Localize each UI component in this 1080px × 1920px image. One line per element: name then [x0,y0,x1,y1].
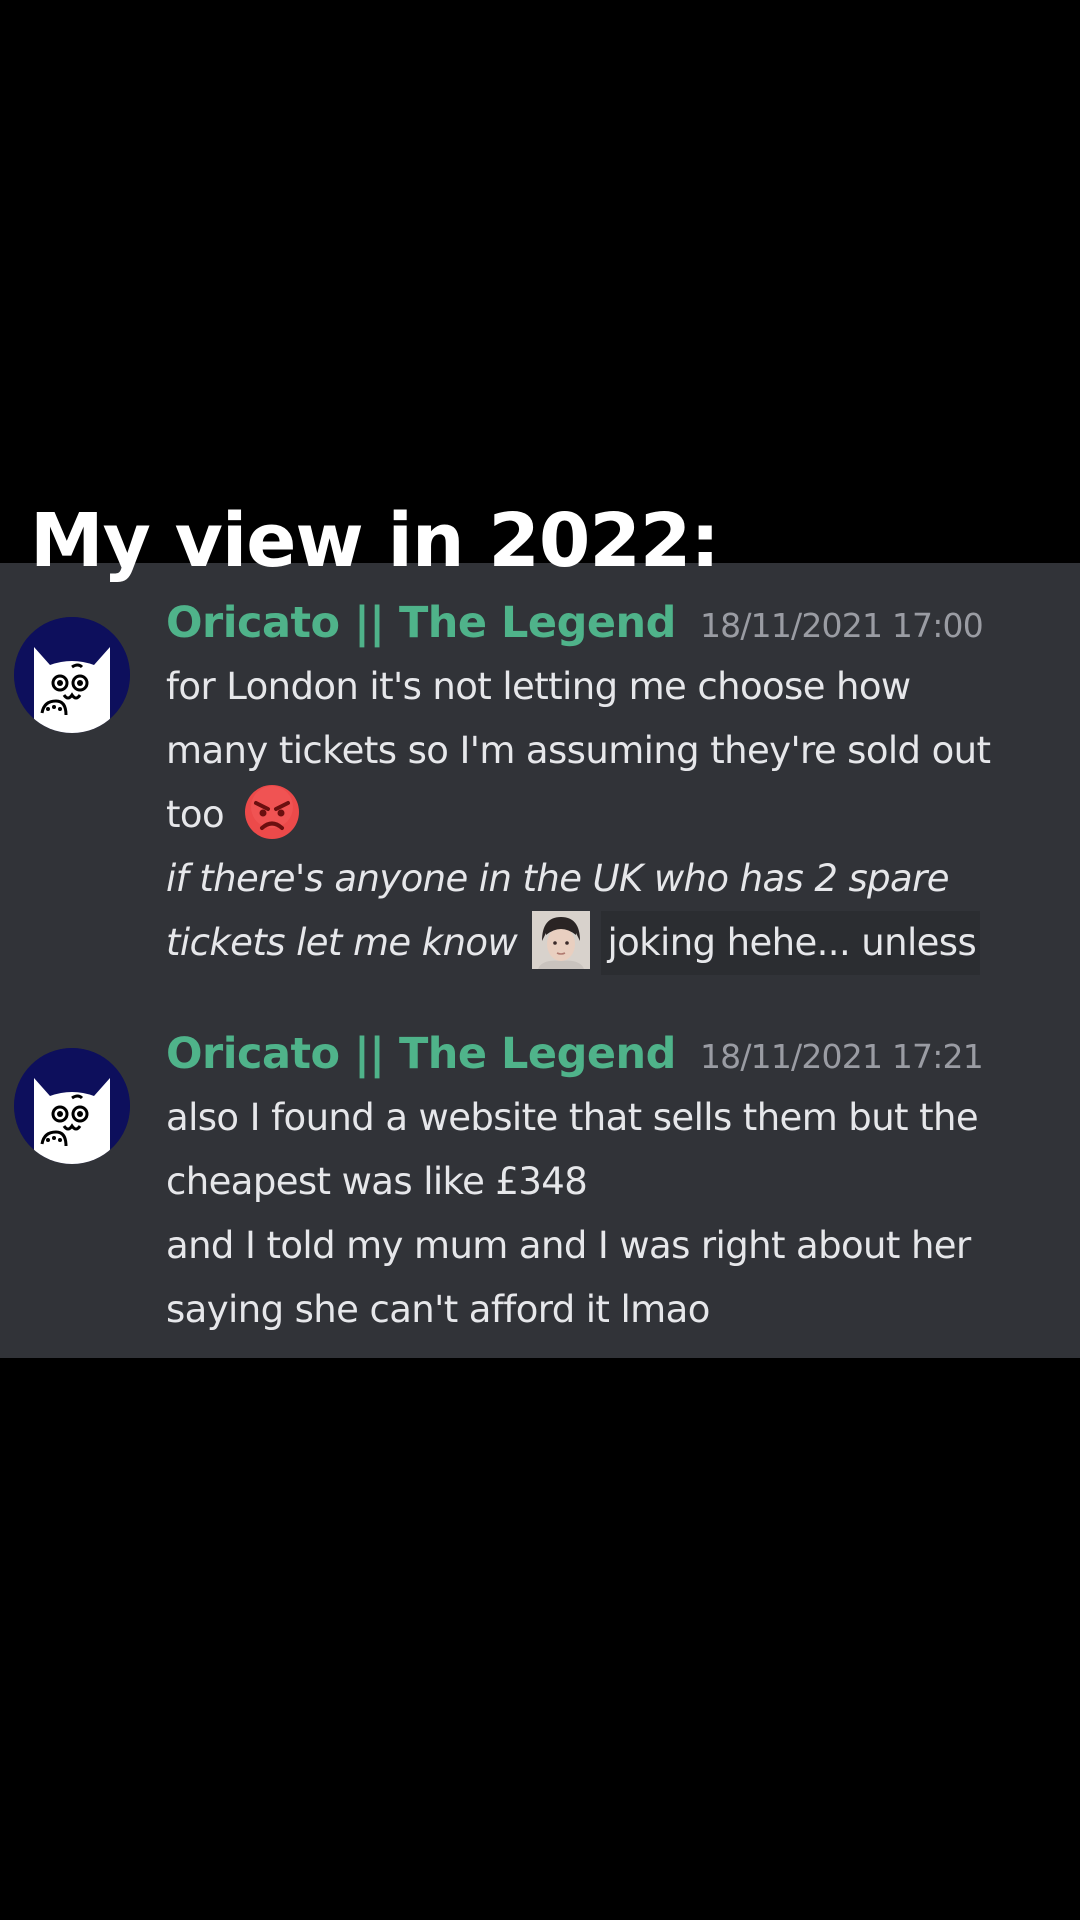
message-text-line: too [166,783,1046,847]
username[interactable]: Oricato || The Legend [166,591,676,655]
white-cat-avatar-icon [14,1048,130,1164]
message-text: if there's anyone in the UK who has 2 sp… [166,857,949,900]
message-body: Oricato || The Legend 18/11/2021 17:00 f… [166,589,1046,975]
message-header: Oricato || The Legend 18/11/2021 17:00 [166,589,1046,655]
overlay-caption: My view in 2022: [30,498,720,584]
username[interactable]: Oricato || The Legend [166,1022,676,1086]
photo-face-emoji-icon [532,911,591,969]
angry-face-emoji-icon [245,785,300,839]
timestamp: 18/11/2021 17:00 [699,606,984,645]
message-header: Oricato || The Legend 18/11/2021 17:21 [166,1020,1046,1086]
message-text: cheapest was like £348 [166,1160,588,1203]
timestamp: 18/11/2021 17:21 [699,1037,984,1076]
message-text: saying she can't afford it lmao [166,1288,710,1331]
message-text: joking hehe... unless [601,911,981,975]
message-text: also I found a website that sells them b… [166,1096,979,1139]
message-text: for London it's not letting me choose ho… [166,665,911,708]
white-cat-avatar-icon [14,617,130,733]
message-text-line: tickets let me know joking hehe... unles… [166,911,1046,975]
user-avatar[interactable] [14,617,130,733]
message-text: many tickets so I'm assuming they're sol… [166,729,991,772]
message-text: too [166,793,225,836]
user-avatar[interactable] [14,1048,130,1164]
message-text: tickets let me know [166,921,518,964]
chat-panel: Oricato || The Legend 18/11/2021 17:00 f… [0,563,1080,1358]
message-body: Oricato || The Legend 18/11/2021 17:21 a… [166,1020,1046,1342]
message-text: and I told my mum and I was right about … [166,1224,971,1267]
